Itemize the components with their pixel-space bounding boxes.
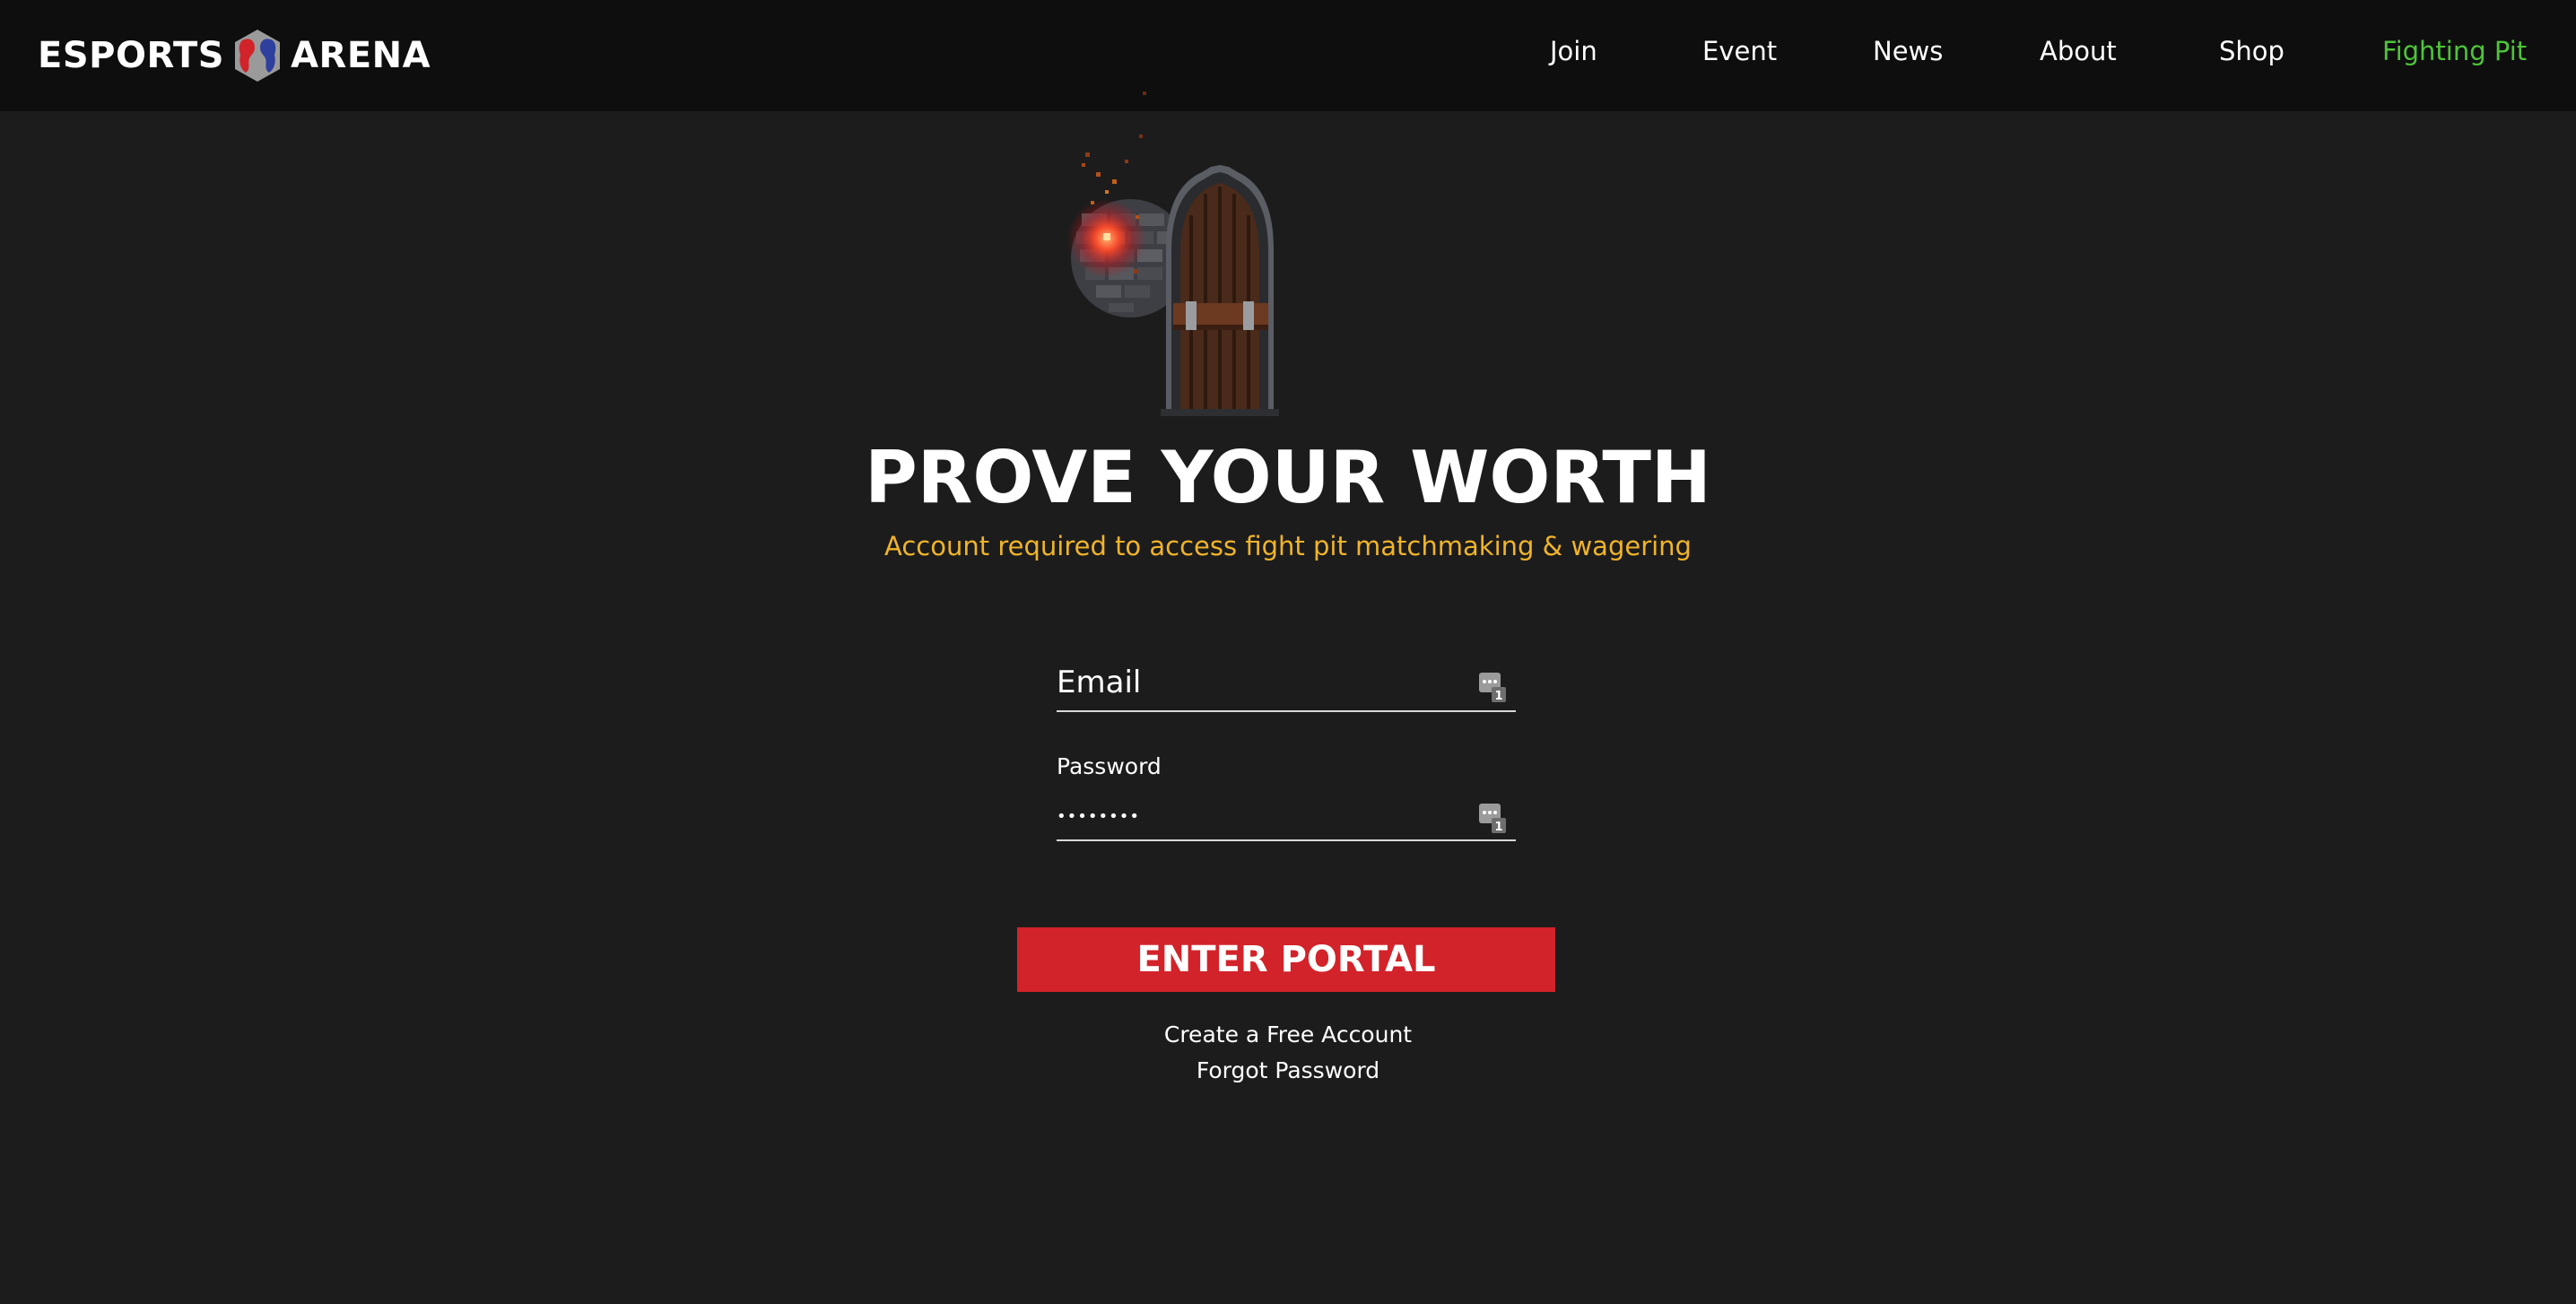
- forgot-password-link[interactable]: Forgot Password: [0, 1057, 2576, 1083]
- logo-text-left: ESPORTS: [38, 35, 225, 76]
- password-manager-icon[interactable]: 1: [1478, 671, 1507, 703]
- nav-about[interactable]: About: [2040, 36, 2117, 66]
- nav-event[interactable]: Event: [1702, 36, 1777, 66]
- door-icon: [1161, 165, 1279, 416]
- password-manager-icon[interactable]: 1: [1478, 802, 1507, 834]
- nav-news[interactable]: News: [1873, 36, 1943, 66]
- logo-emblem-icon: [235, 30, 281, 82]
- svg-text:1: 1: [1494, 690, 1502, 703]
- password-field-group: Password 1: [1057, 753, 1516, 841]
- page-title: PROVE YOUR WORTH: [865, 436, 1711, 519]
- logo-text-right: ARENA: [291, 35, 431, 76]
- page-subtitle: Account required to access fight pit mat…: [884, 531, 1692, 561]
- nav-join[interactable]: Join: [1550, 36, 1597, 66]
- create-account-link[interactable]: Create a Free Account: [0, 1021, 2576, 1048]
- email-field-group: 1: [1057, 662, 1516, 712]
- password-field[interactable]: [1057, 800, 1516, 841]
- nav-shop[interactable]: Shop: [2219, 36, 2284, 66]
- site-logo[interactable]: ESPORTS ARENA: [38, 27, 431, 84]
- dungeon-door-illustration: [1067, 91, 1279, 416]
- enter-portal-button[interactable]: ENTER PORTAL: [1017, 927, 1555, 992]
- torch-icon: [1067, 91, 1146, 278]
- email-field[interactable]: [1057, 662, 1516, 712]
- svg-text:1: 1: [1494, 821, 1502, 834]
- nav-fighting-pit[interactable]: Fighting Pit: [2382, 36, 2527, 66]
- password-label: Password: [1057, 753, 1162, 779]
